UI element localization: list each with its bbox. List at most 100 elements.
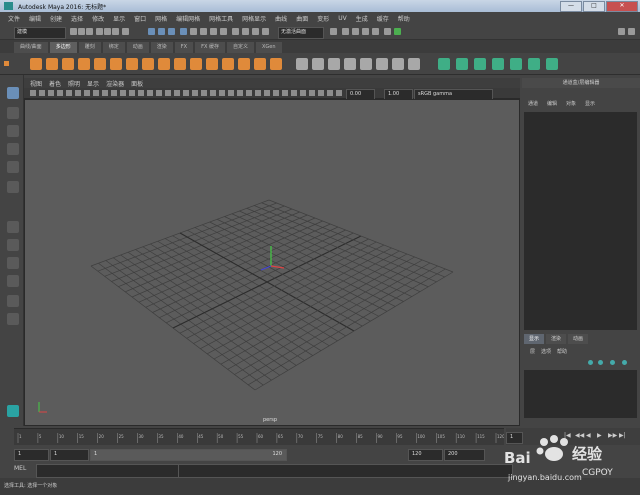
mel-input[interactable] xyxy=(36,464,179,478)
status-line-icon-15[interactable] xyxy=(232,28,239,35)
panel-toolbar-icon-24[interactable] xyxy=(246,90,252,96)
menu-item-17[interactable]: 帮助 xyxy=(398,14,410,23)
panel-toolbar-icon-28[interactable] xyxy=(282,90,288,96)
menu-item-15[interactable]: 生成 xyxy=(356,14,368,23)
panel-toolbar-icon-9[interactable] xyxy=(111,90,117,96)
channel-menu-0[interactable]: 通道 xyxy=(528,100,538,110)
outliner-layout-icon[interactable] xyxy=(7,275,19,287)
shelf-tab-0[interactable]: 曲线/曲面 xyxy=(14,42,48,53)
layer-tab-0[interactable]: 显示 xyxy=(524,334,545,344)
shelf-tool-icon-19[interactable] xyxy=(344,58,356,70)
shelf-tab-9[interactable]: XGen xyxy=(256,42,282,53)
shelf-tool-icon-22[interactable] xyxy=(392,58,404,70)
lasso-tool-icon[interactable] xyxy=(7,107,19,119)
menu-item-16[interactable]: 缓存 xyxy=(377,14,389,23)
panel-toolbar-icon-13[interactable] xyxy=(147,90,153,96)
end-time-field[interactable]: 200 xyxy=(444,449,485,461)
graph-layout-icon[interactable] xyxy=(7,295,19,307)
panel-menu-4[interactable]: 渲染器 xyxy=(106,79,124,88)
shelf-tool-icon-3[interactable] xyxy=(78,58,90,70)
menu-item-3[interactable]: 选择 xyxy=(71,14,83,23)
status-line-icon-18[interactable] xyxy=(262,28,269,35)
panel-toolbar-icon-32[interactable] xyxy=(318,90,324,96)
status-line-icon-24[interactable] xyxy=(384,28,391,35)
channel-menu-2[interactable]: 对象 xyxy=(566,100,576,110)
status-line-icon-14[interactable] xyxy=(220,28,227,35)
panel-toolbar-icon-12[interactable] xyxy=(138,90,144,96)
shelf-tool-icon-11[interactable] xyxy=(206,58,218,70)
shelf-tool-icon-25[interactable] xyxy=(456,58,468,70)
panel-toolbar-icon-1[interactable] xyxy=(39,90,45,96)
layer-tab-1[interactable]: 渲染 xyxy=(546,334,567,344)
menu-set-dropdown[interactable]: 建模 xyxy=(14,27,66,39)
sidebar-toggle-icon[interactable] xyxy=(618,28,625,35)
panel-toolbar-icon-6[interactable] xyxy=(84,90,90,96)
layer-list[interactable] xyxy=(524,370,637,418)
status-line-icon-8[interactable] xyxy=(158,28,165,35)
new-layer-icon[interactable] xyxy=(610,360,615,365)
panel-toolbar-icon-17[interactable] xyxy=(183,90,189,96)
paint-select-tool-icon[interactable] xyxy=(7,125,19,137)
sidebar-toggle-icon-2[interactable] xyxy=(628,28,635,35)
shelf-tab-8[interactable]: 自定义 xyxy=(226,42,254,53)
move-tool-icon[interactable] xyxy=(7,143,19,155)
menu-item-13[interactable]: 变形 xyxy=(317,14,329,23)
status-line-icon-10[interactable] xyxy=(180,28,187,35)
menu-item-2[interactable]: 创建 xyxy=(50,14,62,23)
panel-toolbar-icon-27[interactable] xyxy=(273,90,279,96)
shelf-tool-icon-0[interactable] xyxy=(30,58,42,70)
panel-toolbar-icon-33[interactable] xyxy=(327,90,333,96)
shelf-tool-icon-20[interactable] xyxy=(360,58,372,70)
hypershade-layout-icon[interactable] xyxy=(7,313,19,325)
layer-up-icon[interactable] xyxy=(588,360,593,365)
shelf-tool-icon-24[interactable] xyxy=(438,58,450,70)
status-line-icon-13[interactable] xyxy=(210,28,217,35)
status-line-icon-6[interactable] xyxy=(122,28,129,35)
shelf-tool-icon-16[interactable] xyxy=(296,58,308,70)
shelf-tool-icon-8[interactable] xyxy=(158,58,170,70)
status-line-icon-19[interactable] xyxy=(330,28,337,35)
menu-item-11[interactable]: 曲线 xyxy=(275,14,287,23)
status-line-icon-1[interactable] xyxy=(78,28,85,35)
shelf-tool-icon-18[interactable] xyxy=(328,58,340,70)
menu-item-4[interactable]: 修改 xyxy=(92,14,104,23)
panel-menu-1[interactable]: 着色 xyxy=(49,79,61,88)
range-bar[interactable]: 1 120 xyxy=(90,449,287,461)
shelf-tab-1[interactable]: 多边形 xyxy=(49,42,77,53)
close-button[interactable]: ✕ xyxy=(606,1,638,12)
menu-item-8[interactable]: 编辑网格 xyxy=(176,14,200,23)
menu-item-5[interactable]: 显示 xyxy=(113,14,125,23)
layer-menu-1[interactable]: 选项 xyxy=(541,348,551,357)
panel-toolbar-icon-2[interactable] xyxy=(48,90,54,96)
status-line-icon-2[interactable] xyxy=(86,28,93,35)
status-line-icon-7[interactable] xyxy=(148,28,155,35)
panel-toolbar-icon-3[interactable] xyxy=(57,90,63,96)
status-line-icon-9[interactable] xyxy=(168,28,175,35)
panel-menu-2[interactable]: 照明 xyxy=(68,79,80,88)
single-pane-layout-icon[interactable] xyxy=(7,221,19,233)
shelf-tool-icon-1[interactable] xyxy=(46,58,58,70)
menu-item-7[interactable]: 网格 xyxy=(155,14,167,23)
panel-toolbar-icon-15[interactable] xyxy=(165,90,171,96)
status-line-icon-11[interactable] xyxy=(190,28,197,35)
channel-menu-1[interactable]: 编辑 xyxy=(547,100,557,110)
panel-toolbar-icon-16[interactable] xyxy=(174,90,180,96)
menu-item-0[interactable]: 文件 xyxy=(8,14,20,23)
panel-toolbar-icon-21[interactable] xyxy=(219,90,225,96)
menu-item-1[interactable]: 编辑 xyxy=(29,14,41,23)
shelf-options-icon[interactable] xyxy=(4,61,9,66)
time-slider[interactable]: 1 5 10 15 20 25 30 35 40 45 50 55 60 65 70 75 80 85 90 95 10… xyxy=(14,428,505,445)
select-tool-icon[interactable] xyxy=(7,87,19,99)
shelf-tab-3[interactable]: 绑定 xyxy=(102,42,125,53)
playback-end-field[interactable]: 120 xyxy=(408,449,443,461)
panel-toolbar-icon-20[interactable] xyxy=(210,90,216,96)
panel-toolbar-icon-11[interactable] xyxy=(129,90,135,96)
menu-item-10[interactable]: 网格显示 xyxy=(242,14,266,23)
shelf-tool-icon-2[interactable] xyxy=(62,58,74,70)
panel-toolbar-icon-23[interactable] xyxy=(237,90,243,96)
render-settings-icon[interactable] xyxy=(394,28,401,35)
panel-menu-0[interactable]: 视图 xyxy=(30,79,42,88)
status-line-icon-3[interactable] xyxy=(96,28,103,35)
panel-toolbar-icon-7[interactable] xyxy=(93,90,99,96)
panel-toolbar-icon-5[interactable] xyxy=(75,90,81,96)
